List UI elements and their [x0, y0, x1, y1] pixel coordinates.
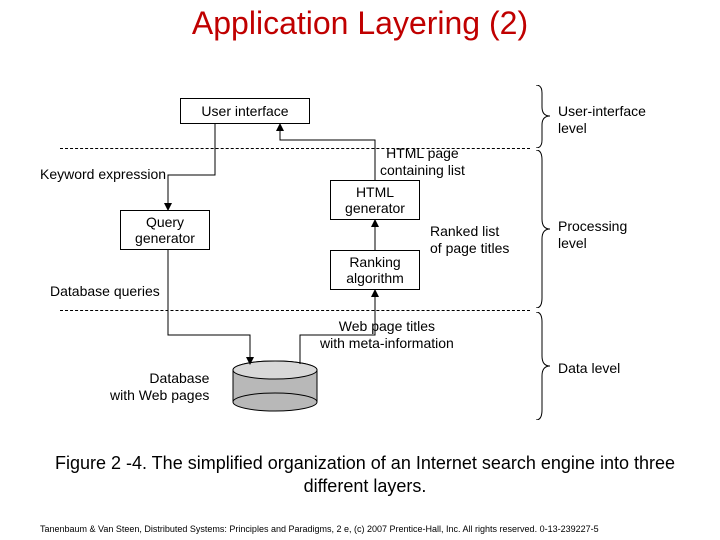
- label-data-level: Data level: [558, 360, 620, 377]
- label-database-with-web-pages: Database with Web pages: [110, 370, 209, 404]
- label-web-page-titles: Web page titles with meta-information: [320, 318, 454, 352]
- label-processing-level: Processing level: [558, 218, 627, 252]
- diagram-area: User interface HTML generator Query gene…: [40, 70, 680, 430]
- brace-processing-level: [534, 150, 552, 308]
- footer-citation: Tanenbaum & Van Steen, Distributed Syste…: [40, 524, 690, 534]
- label-keyword-expression: Keyword expression: [40, 166, 166, 183]
- label-ranked-list: Ranked list of page titles: [430, 223, 509, 257]
- label-database-queries: Database queries: [50, 283, 160, 300]
- brace-data-level: [534, 312, 552, 420]
- brace-ui-level: [534, 85, 552, 148]
- label-ui-level: User-interface level: [558, 103, 646, 137]
- figure-caption: Figure 2 -4. The simplified organization…: [40, 452, 690, 499]
- label-html-page: HTML page containing list: [380, 145, 465, 179]
- page-title: Application Layering (2): [0, 5, 720, 42]
